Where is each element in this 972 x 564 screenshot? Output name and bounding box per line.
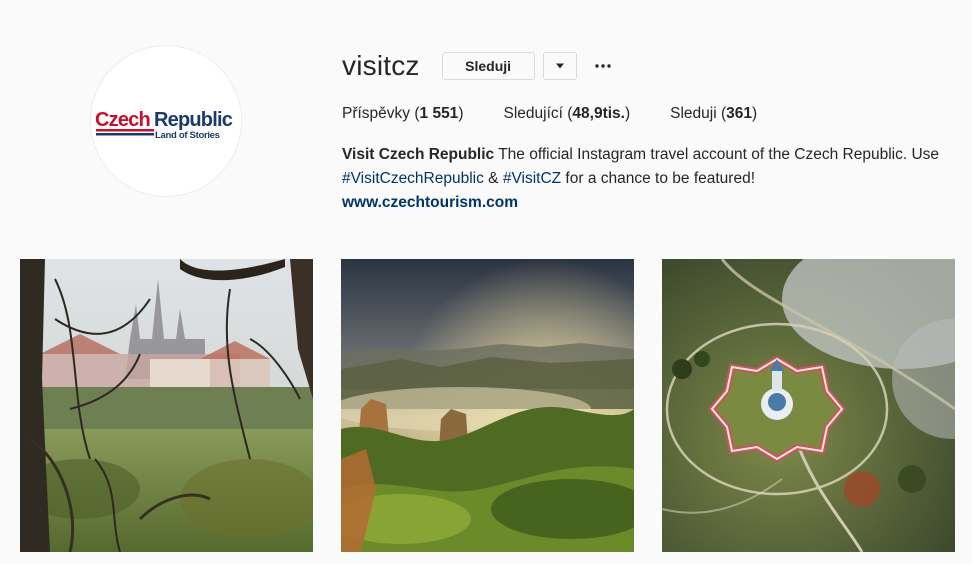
posts-count-stat: Příspěvky (1 551) [342, 103, 463, 125]
czech-republic-logo: Czech Republic Land of Stories [91, 46, 241, 196]
followers-label: Sledující ( [503, 105, 573, 122]
posts-count: 1 551 [419, 105, 459, 122]
website-link[interactable]: www.czechtourism.com [342, 191, 952, 215]
following-label: Sleduji ( [670, 105, 727, 122]
hashtag-link-visitcz[interactable]: #VisitCZ [503, 170, 561, 187]
caret-down-icon [555, 63, 564, 69]
profile-avatar[interactable]: Czech Republic Land of Stories [90, 45, 242, 197]
instagram-profile-page: Czech Republic Land of Stories visitcz S… [0, 0, 972, 564]
followers-close: ) [624, 105, 631, 122]
bio-text-2: & [483, 170, 503, 187]
logo-word-republic: Republic [154, 109, 233, 131]
post-thumbnail-3[interactable] [662, 259, 955, 552]
logo-tagline: Land of Stories [155, 130, 220, 141]
suggestions-dropdown-button[interactable] [542, 52, 577, 80]
ellipsis-icon [594, 64, 611, 68]
posts-label: Příspěvky ( [342, 105, 420, 122]
followers-stat[interactable]: Sledující (48,9tis.) [503, 103, 630, 125]
logo-underline-red [96, 129, 154, 132]
post-thumbnail-2[interactable] [341, 259, 634, 552]
following-stat[interactable]: Sleduji (361) [670, 103, 757, 125]
logo-word-czech: Czech [95, 109, 150, 131]
profile-stats: Příspěvky (1 551) Sledující (48,9tis.) S… [342, 103, 952, 125]
logo-underline-blue [96, 133, 154, 136]
bio-text-3: for a chance to be featured! [561, 170, 756, 187]
following-button[interactable]: Sleduji [441, 52, 535, 80]
photo-zelena-hora-star-church-aerial-icon [662, 259, 955, 552]
following-count: 361 [726, 105, 753, 122]
posts-close: ) [458, 105, 464, 122]
profile-username: visitcz [342, 50, 420, 81]
more-options-button[interactable] [589, 52, 617, 80]
profile-info: visitcz Sleduji Příspěvky (1 551) Sleduj… [342, 46, 952, 215]
bio-full-name: Visit Czech Republic [342, 146, 495, 163]
profile-title-row: visitcz Sleduji [342, 46, 952, 86]
followers-count: 48,9tis. [572, 105, 625, 122]
photo-prague-castle-misty-park-icon [20, 259, 313, 552]
hashtag-link-visitczechrepublic[interactable]: #VisitCzechRepublic [342, 170, 484, 187]
photo-bohemian-switzerland-sandstone-sunrise-icon [341, 259, 634, 552]
profile-bio: Visit Czech Republic The official Instag… [342, 143, 952, 215]
bio-text-1: The official Instagram travel account of… [494, 146, 940, 163]
post-thumbnail-1[interactable] [20, 259, 313, 552]
following-close: ) [752, 105, 758, 122]
